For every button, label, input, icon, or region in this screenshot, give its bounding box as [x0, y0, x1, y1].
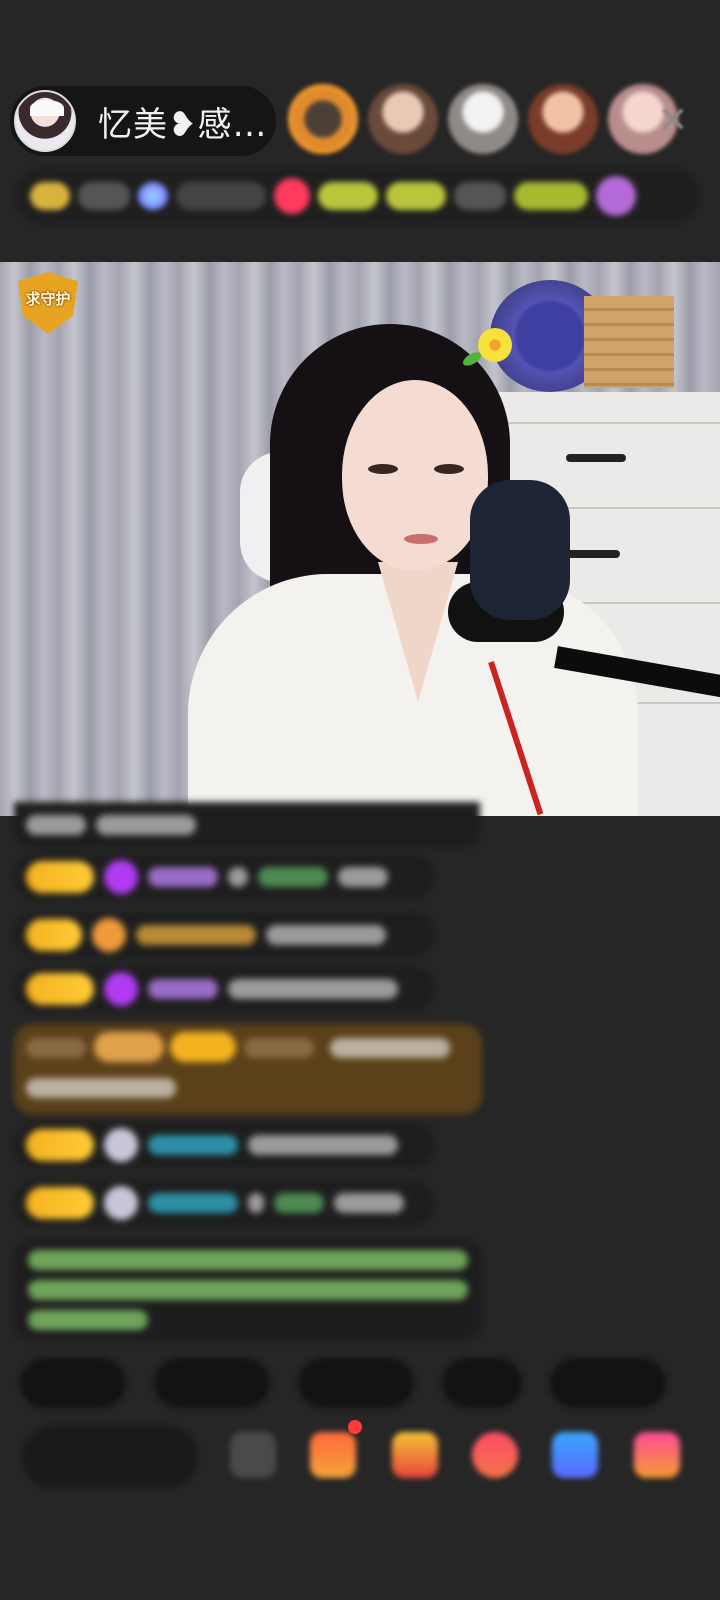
- top-viewers-list: [288, 84, 678, 154]
- video-background: [478, 328, 512, 362]
- level-badge: [26, 919, 82, 951]
- level-badge: [26, 1187, 94, 1219]
- guard-badge-label[interactable]: 求守护: [16, 290, 80, 308]
- quick-reply-chip[interactable]: [154, 1358, 270, 1408]
- gift-icon[interactable]: [472, 1432, 518, 1478]
- tag-chip[interactable]: [318, 182, 378, 210]
- chat-message[interactable]: [14, 802, 480, 848]
- rank-text: [78, 182, 130, 210]
- room-info-bar: [16, 168, 700, 224]
- notification-dot: [348, 1420, 362, 1434]
- fan-badge-icon: [92, 918, 126, 952]
- viewer-avatar[interactable]: [448, 84, 518, 154]
- level-badge: [26, 861, 94, 893]
- video-background: [470, 480, 570, 620]
- fan-badge-icon: [104, 860, 138, 894]
- more-icon[interactable]: [596, 176, 636, 216]
- level-badge: [26, 1129, 94, 1161]
- user-name[interactable]: [148, 1193, 238, 1213]
- user-name[interactable]: [136, 925, 256, 945]
- host-avatar[interactable]: [14, 90, 76, 152]
- user-name[interactable]: [148, 979, 218, 999]
- tag-chip[interactable]: [454, 182, 506, 210]
- chat-message[interactable]: [14, 966, 434, 1012]
- treasure-icon[interactable]: [392, 1432, 438, 1478]
- quick-reply-chip[interactable]: [298, 1358, 414, 1408]
- game-icon[interactable]: [552, 1432, 598, 1478]
- system-notice: [14, 1240, 482, 1340]
- tag-chip[interactable]: [514, 182, 588, 210]
- quick-reply-chip[interactable]: [20, 1358, 126, 1408]
- quick-reply-row: [20, 1358, 666, 1408]
- live-video[interactable]: 求守护: [0, 262, 720, 816]
- chat-message[interactable]: [14, 912, 434, 958]
- chat-message[interactable]: [14, 1122, 434, 1168]
- quick-reply-chip[interactable]: [550, 1358, 666, 1408]
- activity-icon[interactable]: [310, 1432, 356, 1478]
- hot-icon: [138, 182, 168, 210]
- hot-value: [176, 182, 266, 210]
- chat-input[interactable]: [22, 1426, 198, 1488]
- chat-message-highlight[interactable]: [14, 1024, 482, 1114]
- fan-badge-icon: [104, 972, 138, 1006]
- user-name[interactable]: [148, 867, 218, 887]
- fan-badge-icon: [104, 1128, 138, 1162]
- tag-chip[interactable]: [386, 182, 446, 210]
- viewer-avatar[interactable]: [528, 84, 598, 154]
- emoji-icon[interactable]: [230, 1432, 276, 1478]
- level-badge: [26, 973, 94, 1005]
- chat-message[interactable]: [14, 854, 434, 900]
- gift-icon[interactable]: [274, 178, 310, 214]
- video-background: [584, 296, 674, 388]
- user-name[interactable]: [148, 1135, 238, 1155]
- bottom-toolbar: [0, 1422, 720, 1492]
- quick-reply-chip[interactable]: [442, 1358, 522, 1408]
- host-info-pill[interactable]: 忆美❥感…: [10, 86, 276, 156]
- viewer-avatar[interactable]: [288, 84, 358, 154]
- rank-badge[interactable]: [30, 182, 70, 210]
- viewer-avatar[interactable]: [368, 84, 438, 154]
- fan-badge-icon: [104, 1186, 138, 1220]
- more-icon[interactable]: [634, 1432, 680, 1478]
- host-name: 忆美❥感…: [98, 104, 268, 145]
- chat-message[interactable]: [14, 1180, 434, 1226]
- close-icon[interactable]: ✕: [650, 98, 696, 144]
